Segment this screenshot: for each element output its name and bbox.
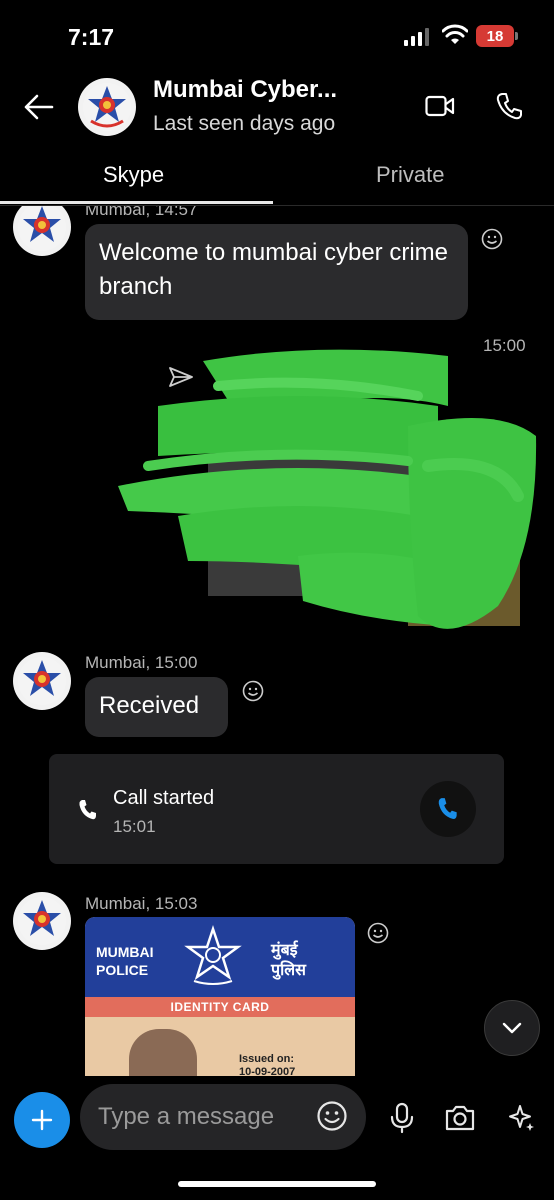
call-event-card: Call started 15:01: [49, 754, 504, 864]
contact-avatar[interactable]: [78, 78, 136, 136]
sender-avatar[interactable]: [13, 206, 71, 256]
status-time: 7:17: [68, 24, 115, 50]
police-emblem-icon: [18, 206, 66, 251]
id-card-band: IDENTITY CARD: [85, 997, 355, 1017]
chat-header: Mumbai Cyber... Last seen days ago: [0, 70, 554, 150]
sparkle-icon[interactable]: [508, 1102, 536, 1132]
audio-call-button[interactable]: [494, 90, 524, 122]
active-tab-indicator: [0, 201, 273, 204]
sender-avatar[interactable]: [13, 652, 71, 710]
plus-icon: [31, 1109, 53, 1131]
emoji-icon[interactable]: [316, 1100, 348, 1132]
message-text: Welcome to mumbai cyber crime branch: [99, 239, 448, 300]
id-card-title-en: MUMBAI POLICE: [96, 944, 154, 978]
phone-icon: [496, 93, 522, 120]
police-emblem-icon: [83, 83, 131, 131]
conversation-tabs: Skype Private: [0, 150, 554, 206]
arrow-left-icon: [24, 94, 54, 120]
id-card-title-hi: मुंबई पुलिस: [271, 942, 306, 979]
message-bubble[interactable]: Received: [85, 677, 228, 737]
battery-level: 18: [486, 27, 504, 45]
add-button[interactable]: [14, 1092, 70, 1148]
contact-name[interactable]: Mumbai Cyber...: [153, 76, 337, 104]
phone-icon: [438, 798, 457, 819]
tab-skype[interactable]: Skype: [103, 162, 164, 188]
police-star-emblem-icon: [184, 925, 242, 985]
battery-indicator: 18: [476, 25, 518, 47]
back-button[interactable]: [22, 90, 56, 124]
message-composer: [0, 1080, 554, 1160]
call-title: Call started: [113, 787, 215, 809]
call-back-button[interactable]: [420, 781, 476, 837]
microphone-icon[interactable]: [390, 1102, 414, 1134]
status-bar: 7:17 18: [0, 0, 554, 70]
id-card-photo: [129, 1029, 197, 1076]
phone-icon: [79, 800, 96, 820]
smiley-react-icon[interactable]: [367, 922, 389, 944]
wifi-icon: [442, 24, 468, 44]
message-text: Received: [99, 692, 200, 719]
id-card-issued: Issued on: 10-09-2007: [239, 1053, 296, 1076]
chevron-down-icon: [502, 1022, 522, 1034]
sender-meta: Mumbai, 15:03: [85, 894, 198, 913]
sender-meta: Mumbai, 15:00: [85, 653, 198, 672]
smiley-react-icon[interactable]: [481, 228, 503, 250]
sender-meta: Mumbai, 14:57: [85, 206, 198, 219]
police-emblem-icon: [18, 657, 66, 705]
sent-image-redacted[interactable]: [118, 346, 538, 646]
tab-private[interactable]: Private: [376, 162, 444, 188]
sender-avatar[interactable]: [13, 892, 71, 950]
home-indicator: [178, 1181, 376, 1187]
video-camera-icon: [425, 95, 455, 117]
chat-history[interactable]: Mumbai, 14:57 Welcome to mumbai cyber cr…: [0, 206, 554, 1076]
id-card-image[interactable]: MUMBAI POLICE मुंबई पुलिस IDENTITY CARD …: [85, 917, 355, 1076]
camera-icon[interactable]: [444, 1104, 476, 1132]
message-bubble[interactable]: Welcome to mumbai cyber crime branch: [85, 224, 468, 320]
call-time: 15:01: [113, 817, 156, 836]
smiley-react-icon[interactable]: [242, 680, 264, 702]
cellular-signal-icon: [404, 28, 429, 46]
video-call-button[interactable]: [424, 92, 456, 120]
police-emblem-icon: [18, 897, 66, 945]
contact-status: Last seen days ago: [153, 112, 336, 135]
scroll-to-bottom-button[interactable]: [484, 1000, 540, 1056]
